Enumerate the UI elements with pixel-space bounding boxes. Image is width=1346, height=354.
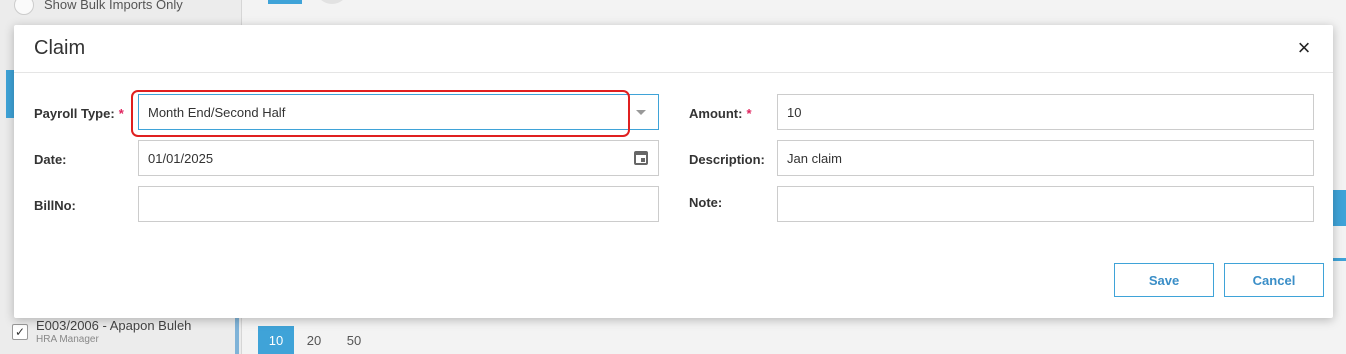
required-marker: * xyxy=(746,106,752,121)
amount-label: Amount: * xyxy=(689,106,752,121)
background-button[interactable] xyxy=(268,0,302,4)
save-button[interactable]: Save xyxy=(1114,263,1214,297)
bulk-imports-label: Show Bulk Imports Only xyxy=(44,0,183,12)
employee-list-item[interactable]: ✓ E003/2006 - Apapon Buleh HRA Manager xyxy=(12,318,191,345)
checkbox-icon[interactable]: ✓ xyxy=(12,324,28,340)
radio-icon[interactable] xyxy=(14,0,34,15)
dialog-header: Claim × xyxy=(14,25,1333,73)
date-field[interactable]: 01/01/2025 xyxy=(138,140,659,176)
bill-no-input[interactable] xyxy=(138,186,659,222)
payroll-type-label: Payroll Type: * xyxy=(34,106,124,121)
employee-name: E003/2006 - Apapon Buleh xyxy=(36,318,192,333)
calendar-icon[interactable] xyxy=(634,151,648,165)
date-value: 01/01/2025 xyxy=(148,150,214,166)
page-size-option[interactable]: 50 xyxy=(334,326,374,354)
note-input[interactable] xyxy=(777,186,1314,222)
payroll-type-label-text: Payroll Type: xyxy=(34,106,115,121)
payroll-type-select[interactable]: Month End/Second Half xyxy=(138,94,659,130)
payroll-type-value: Month End/Second Half xyxy=(148,104,286,120)
note-label: Note: xyxy=(689,195,723,210)
date-label: Date: xyxy=(34,152,67,167)
description-value: Jan claim xyxy=(787,150,842,166)
employee-role: HRA Manager xyxy=(36,334,99,345)
description-label: Description: xyxy=(689,152,765,167)
background-action-button[interactable] xyxy=(1333,190,1346,226)
dialog-title: Claim xyxy=(34,37,86,59)
bulk-imports-toggle[interactable]: Show Bulk Imports Only xyxy=(14,0,183,16)
claim-dialog: Claim × Payroll Type: * Month End/Second … xyxy=(14,25,1333,318)
amount-label-text: Amount: xyxy=(689,106,743,121)
background-circle-button[interactable] xyxy=(318,0,346,4)
description-input[interactable]: Jan claim xyxy=(777,140,1314,176)
amount-value: 10 xyxy=(787,104,802,120)
chevron-down-icon[interactable] xyxy=(636,110,646,115)
amount-input[interactable]: 10 xyxy=(777,94,1314,130)
sidebar-scrollbar[interactable] xyxy=(235,318,239,354)
bill-no-label: BillNo: xyxy=(34,198,76,213)
cancel-button[interactable]: Cancel xyxy=(1224,263,1324,297)
required-marker: * xyxy=(118,106,124,121)
page-size-option[interactable]: 20 xyxy=(294,326,334,354)
page-size-option[interactable]: 10 xyxy=(258,326,294,354)
close-icon[interactable]: × xyxy=(1295,37,1313,59)
background-divider xyxy=(1333,258,1346,261)
page-size-selector: 10 20 50 xyxy=(258,326,374,354)
